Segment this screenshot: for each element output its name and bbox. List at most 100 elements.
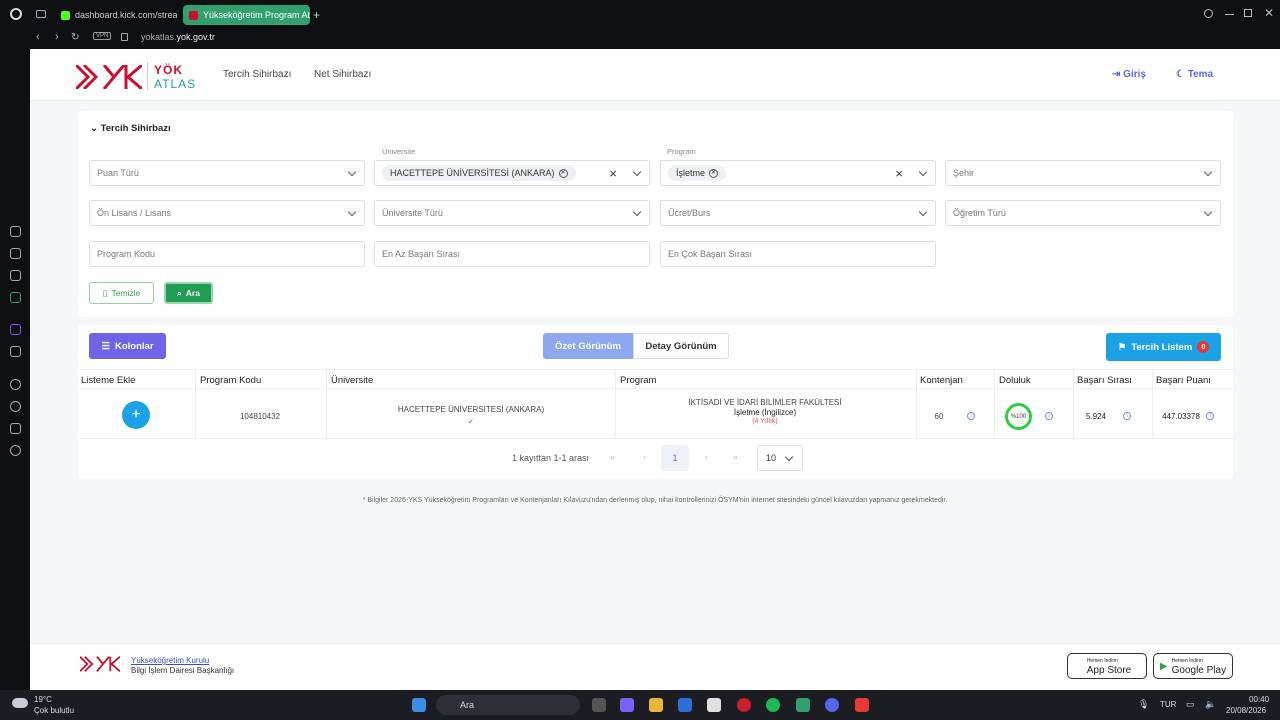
page-size-select[interactable]: 10: [757, 445, 803, 471]
clock-date[interactable]: 20/08/2026: [1226, 706, 1266, 715]
col-universite[interactable]: Üniversite: [331, 375, 373, 386]
google-play-badge[interactable]: ▶ Hemen İndirin Google Play: [1153, 653, 1233, 679]
first-page-icon[interactable]: «: [610, 452, 615, 462]
universite-turu-select[interactable]: Üniversite Türü: [374, 200, 650, 226]
universite-select[interactable]: HACETTEPE ÜNİVERSİTESİ (ANKARA) ✕ ×: [374, 160, 650, 186]
weather-icon[interactable]: [12, 698, 28, 708]
history-icon[interactable]: [10, 401, 21, 412]
program-kodu-input[interactable]: Program Kodu: [89, 241, 365, 267]
program-label: Program: [667, 147, 696, 156]
google-play-text: Hemen İndirin Google Play: [1172, 657, 1226, 676]
minimize-icon[interactable]: [1225, 14, 1234, 15]
clear-icon[interactable]: ×: [895, 166, 903, 181]
en-az-basari-input[interactable]: En Az Başarı Sırası: [374, 241, 650, 267]
yok-logo-icon[interactable]: [76, 65, 142, 89]
puan-turu-select[interactable]: Puan Türü: [89, 160, 365, 186]
reload-icon[interactable]: ↻: [71, 32, 79, 43]
en-cok-basari-input[interactable]: En Çok Başarı Sırası: [660, 241, 936, 267]
col-kontenjan[interactable]: Kontenjan: [920, 375, 963, 386]
prev-page-icon[interactable]: ‹: [643, 452, 646, 462]
remove-chip-icon[interactable]: ✕: [558, 168, 568, 178]
language-indicator[interactable]: TUR: [1160, 700, 1176, 709]
microphone-icon[interactable]: 🎙: [1138, 699, 1149, 710]
start-icon[interactable]: [412, 698, 426, 712]
col-listeme-ekle[interactable]: Listeme Ekle: [81, 375, 135, 386]
sehir-select[interactable]: Şehir: [945, 160, 1221, 186]
onlisans-lisans-select[interactable]: Ön Lisans / Lisans: [89, 200, 365, 226]
percent-icon[interactable]: [10, 346, 21, 357]
col-program-kodu[interactable]: Program Kodu: [200, 375, 261, 386]
row-program-name[interactable]: İşletme (İngilizce): [620, 408, 910, 417]
col-basari-puani[interactable]: Başarı Puanı: [1156, 375, 1211, 386]
news-icon[interactable]: [10, 270, 21, 281]
info-icon[interactable]: i: [1123, 412, 1131, 420]
task-view-icon[interactable]: [592, 698, 606, 712]
program-select[interactable]: İşletme ✕ ×: [660, 160, 936, 186]
add-to-list-button[interactable]: +: [122, 401, 150, 429]
chevron-down-icon: [918, 207, 928, 217]
maximize-icon[interactable]: [1244, 9, 1252, 17]
info-icon[interactable]: i: [1045, 412, 1053, 420]
mail-icon[interactable]: [678, 698, 692, 712]
clear-icon[interactable]: ×: [609, 166, 617, 181]
theme-link[interactable]: ☾ Tema: [1176, 69, 1213, 80]
play-icon: ▶: [1159, 660, 1168, 672]
yok-link[interactable]: Yükseköğretim Kurulu: [131, 656, 209, 665]
network-icon[interactable]: ▭: [1186, 699, 1195, 710]
new-tab-icon[interactable]: +: [313, 8, 320, 22]
settings-icon[interactable]: [10, 445, 21, 456]
row-university[interactable]: HACETTEPE ÜNİVERSİTESİ (ANKARA): [331, 405, 611, 414]
col-doluluk[interactable]: Doluluk: [999, 375, 1031, 386]
login-link[interactable]: ⇥ Giriş: [1112, 69, 1146, 80]
nav-tercih-sihirbazi[interactable]: Tercih Sihirbazı: [223, 69, 291, 80]
next-page-icon[interactable]: ›: [705, 452, 708, 462]
forward-icon[interactable]: ›: [55, 31, 59, 43]
clear-button[interactable]: ▯ Temizle: [89, 282, 154, 304]
shopping-icon[interactable]: [10, 248, 21, 259]
clock-time[interactable]: 00:40: [1249, 695, 1269, 704]
fill-rate-ring: %100: [1005, 403, 1032, 430]
workspaces-icon[interactable]: [36, 10, 46, 18]
app2-icon[interactable]: [855, 698, 869, 712]
sehir-placeholder: Şehir: [953, 168, 975, 178]
snipping-icon[interactable]: [707, 698, 721, 712]
page-1-button[interactable]: 1: [661, 445, 689, 471]
tab-yokatlas[interactable]: Yükseköğretim Program Atl: [183, 5, 310, 25]
search-tabs-icon[interactable]: [1204, 9, 1213, 18]
spotify-icon[interactable]: [766, 698, 780, 712]
info-icon[interactable]: i: [1206, 412, 1214, 420]
col-basari-sirasi[interactable]: Başarı Sırası: [1077, 375, 1132, 386]
opera-logo-icon[interactable]: [10, 8, 22, 20]
filter-section-title[interactable]: ⌄ Tercih Sihirbazı: [90, 123, 171, 134]
messenger-icon[interactable]: [10, 292, 21, 303]
columns-button[interactable]: ☰ Kolonlar: [89, 333, 166, 359]
col-program[interactable]: Program: [620, 375, 656, 386]
summary-view-toggle[interactable]: Özet Görünüm: [543, 333, 633, 359]
ucret-burs-select[interactable]: Ücret/Burs: [660, 200, 936, 226]
twitch-icon[interactable]: [10, 324, 21, 335]
my-list-button[interactable]: ⚑ Tercih Listem 0: [1106, 333, 1221, 361]
player-icon[interactable]: [10, 379, 21, 390]
detail-view-toggle[interactable]: Detay Görünüm: [633, 333, 729, 359]
opera-gx-icon[interactable]: [737, 698, 751, 712]
taskbar-search[interactable]: Ara: [436, 695, 580, 715]
close-icon[interactable]: ✕: [1264, 6, 1274, 20]
copilot-icon[interactable]: [620, 698, 634, 712]
refresh-icon[interactable]: [10, 226, 21, 237]
url-field[interactable]: yokatlas.yok.gov.tr: [141, 32, 215, 42]
ogretim-turu-select[interactable]: Öğretim Türü: [945, 200, 1221, 226]
volume-icon[interactable]: 🔈: [1205, 699, 1216, 710]
extensions-icon[interactable]: [10, 423, 21, 434]
info-icon[interactable]: i: [967, 412, 975, 420]
discord-icon[interactable]: [825, 698, 839, 712]
file-explorer-icon[interactable]: [649, 698, 663, 712]
back-icon[interactable]: ‹: [36, 31, 40, 43]
last-page-icon[interactable]: »: [733, 452, 738, 462]
tab-kick-dashboard[interactable]: dashboard.kick.com/strean: [55, 5, 177, 25]
vpn-badge[interactable]: VPN: [93, 32, 112, 40]
nav-net-sihirbazi[interactable]: Net Sihirbazı: [314, 69, 371, 80]
app-store-badge[interactable]: Hemen İndirin App Store: [1067, 653, 1147, 679]
remove-chip-icon[interactable]: ✕: [709, 168, 719, 178]
app-icon[interactable]: [796, 698, 810, 712]
search-button[interactable]: ⌕ Ara: [164, 282, 213, 304]
